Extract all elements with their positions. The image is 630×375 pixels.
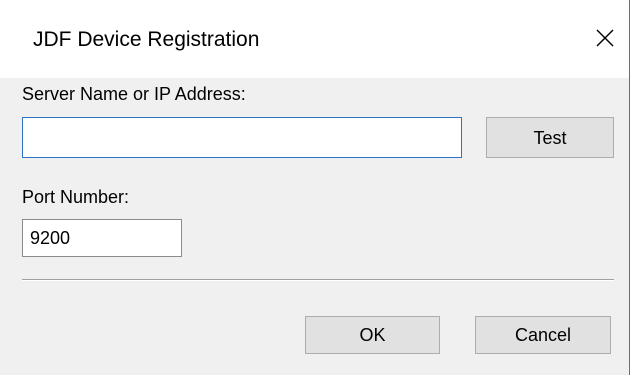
server-name-label: Server Name or IP Address:	[22, 84, 246, 104]
close-icon	[596, 29, 614, 47]
cancel-button[interactable]: Cancel	[475, 316, 611, 354]
close-button[interactable]	[578, 12, 629, 62]
server-name-input[interactable]	[22, 117, 462, 158]
dialog-title: JDF Device Registration	[33, 28, 260, 51]
port-number-label: Port Number:	[22, 187, 130, 207]
dialog-window: JDF Device Registration Server Name or I…	[0, 0, 630, 375]
ok-button[interactable]: OK	[305, 316, 440, 354]
separator	[22, 279, 614, 281]
port-number-input[interactable]	[22, 219, 182, 257]
title-bar: JDF Device Registration	[0, 0, 629, 78]
test-button[interactable]: Test	[486, 117, 614, 158]
